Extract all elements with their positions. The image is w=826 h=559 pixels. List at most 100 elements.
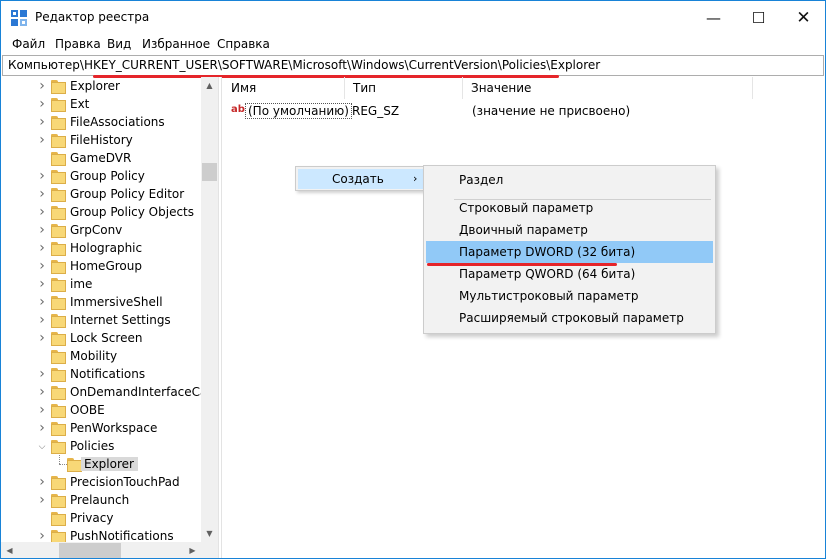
menu-edit[interactable]: Правка bbox=[55, 37, 101, 51]
folder-icon bbox=[51, 512, 66, 526]
scroll-right-icon[interactable]: ▶ bbox=[184, 542, 201, 558]
tree-item[interactable]: › PrecisionTouchPad bbox=[1, 474, 201, 492]
tree-item[interactable]: › OnDemandInterfaceCach bbox=[1, 384, 201, 402]
pane-splitter[interactable] bbox=[218, 77, 222, 558]
maximize-button[interactable]: ☐ bbox=[736, 1, 781, 34]
chevron-right-icon[interactable]: › bbox=[37, 313, 47, 327]
chevron-right-icon[interactable]: › bbox=[37, 277, 47, 291]
chevron-right-icon[interactable]: › bbox=[37, 529, 47, 542]
tree-item[interactable]: › Notifications bbox=[1, 366, 201, 384]
menu-file[interactable]: Файл bbox=[12, 37, 45, 51]
tree-item[interactable]: › Group Policy Objects bbox=[1, 204, 201, 222]
tree-item[interactable]: › Prelaunch bbox=[1, 492, 201, 510]
chevron-right-icon[interactable]: › bbox=[37, 331, 47, 345]
submenu-item[interactable]: Строковый параметр bbox=[426, 197, 713, 219]
address-bar[interactable]: Компьютер\HKEY_CURRENT_USER\SOFTWARE\Mic… bbox=[2, 55, 824, 76]
chevron-right-icon[interactable]: › bbox=[37, 367, 47, 381]
column-name[interactable]: Имя bbox=[223, 77, 345, 99]
key-tree[interactable]: › Explorer › Ext › FileAssociations › FileHisto… bbox=[1, 77, 201, 542]
tree-item-label: Privacy bbox=[70, 511, 114, 525]
hscroll-thumb[interactable] bbox=[59, 543, 121, 558]
scroll-left-icon[interactable]: ◀ bbox=[1, 542, 18, 558]
submenu-item[interactable]: Раздел bbox=[426, 169, 713, 191]
tree-item[interactable]: › Explorer bbox=[1, 78, 201, 96]
chevron-right-icon[interactable]: › bbox=[37, 133, 47, 147]
submenu-item[interactable]: Параметр DWORD (32 бита) bbox=[426, 241, 713, 263]
tree-item-label: Explorer bbox=[81, 457, 138, 471]
tree-item[interactable]: › Lock Screen bbox=[1, 330, 201, 348]
window-title: Редактор реестра bbox=[35, 10, 150, 24]
tree-item-label: Prelaunch bbox=[70, 493, 130, 507]
chevron-right-icon[interactable]: › bbox=[37, 97, 47, 111]
context-menu: Создать › bbox=[295, 166, 429, 191]
tree-item[interactable]: › GrpConv bbox=[1, 222, 201, 240]
chevron-right-icon[interactable]: › bbox=[37, 475, 47, 489]
folder-icon bbox=[51, 152, 66, 166]
tree-item[interactable]: › PushNotifications bbox=[1, 528, 201, 542]
submenu-item[interactable]: Параметр QWORD (64 бита) bbox=[426, 263, 713, 285]
chevron-right-icon[interactable]: › bbox=[37, 205, 47, 219]
chevron-right-icon[interactable]: › bbox=[37, 169, 47, 183]
tree-item[interactable]: Privacy bbox=[1, 510, 201, 528]
folder-icon bbox=[51, 242, 66, 256]
folder-icon bbox=[51, 224, 66, 238]
tree-vertical-scrollbar[interactable]: ▲ ▼ bbox=[201, 77, 218, 542]
chevron-right-icon[interactable]: › bbox=[37, 187, 47, 201]
row-name[interactable]: (По умолчанию) bbox=[245, 103, 352, 119]
tree-item[interactable]: › Holographic bbox=[1, 240, 201, 258]
submenu-item[interactable]: Мультистроковый параметр bbox=[426, 285, 713, 307]
chevron-right-icon[interactable]: › bbox=[37, 115, 47, 129]
tree-item[interactable]: › OOBE bbox=[1, 402, 201, 420]
chevron-right-icon[interactable]: › bbox=[37, 403, 47, 417]
folder-icon bbox=[51, 134, 66, 148]
title-bar[interactable]: Редактор реестра — ☐ ✕ bbox=[1, 1, 825, 34]
chevron-right-icon[interactable]: › bbox=[37, 223, 47, 237]
scroll-thumb[interactable] bbox=[202, 163, 217, 181]
tree-item[interactable]: GameDVR bbox=[1, 150, 201, 168]
tree-item[interactable]: ⌵ Policies bbox=[1, 438, 201, 456]
folder-icon bbox=[51, 530, 66, 542]
tree-item[interactable]: › ImmersiveShell bbox=[1, 294, 201, 312]
folder-icon bbox=[51, 494, 66, 508]
submenu-item[interactable]: Двоичный параметр bbox=[426, 219, 713, 241]
tree-item[interactable]: › ime bbox=[1, 276, 201, 294]
chevron-right-icon: › bbox=[413, 172, 418, 185]
tree-item-label: Ext bbox=[70, 97, 90, 111]
tree-item[interactable]: Mobility bbox=[1, 348, 201, 366]
folder-icon bbox=[51, 440, 66, 454]
tree-item[interactable]: › PenWorkspace bbox=[1, 420, 201, 438]
tree-item[interactable]: › FileAssociations bbox=[1, 114, 201, 132]
submenu-item[interactable]: Расширяемый строковый параметр bbox=[426, 307, 713, 329]
scroll-down-icon[interactable]: ▼ bbox=[201, 525, 218, 542]
context-menu-create[interactable]: Создать › bbox=[298, 169, 426, 189]
column-value[interactable]: Значение bbox=[463, 77, 753, 99]
tree-item[interactable]: › Group Policy Editor bbox=[1, 186, 201, 204]
chevron-right-icon[interactable]: › bbox=[37, 385, 47, 399]
tree-item[interactable]: Explorer bbox=[1, 456, 201, 474]
tree-item[interactable]: › HomeGroup bbox=[1, 258, 201, 276]
chevron-right-icon[interactable]: › bbox=[37, 259, 47, 273]
tree-item-label: GrpConv bbox=[70, 223, 123, 237]
scroll-up-icon[interactable]: ▲ bbox=[201, 77, 218, 94]
menu-favorites[interactable]: Избранное bbox=[142, 37, 210, 51]
tree-item[interactable]: › Ext bbox=[1, 96, 201, 114]
submenu-item-label: Мультистроковый параметр bbox=[459, 289, 639, 303]
folder-icon bbox=[51, 98, 66, 112]
tree-item-label: Policies bbox=[70, 439, 115, 453]
tree-item[interactable]: › Group Policy bbox=[1, 168, 201, 186]
chevron-right-icon[interactable]: › bbox=[37, 421, 47, 435]
minimize-button[interactable]: — bbox=[691, 1, 736, 34]
chevron-right-icon[interactable]: › bbox=[37, 79, 47, 93]
chevron-right-icon[interactable]: › bbox=[37, 241, 47, 255]
chevron-down-icon[interactable]: ⌵ bbox=[37, 441, 47, 453]
chevron-right-icon[interactable]: › bbox=[37, 295, 47, 309]
close-button[interactable]: ✕ bbox=[781, 1, 825, 34]
tree-horizontal-scrollbar[interactable]: ◀ ▶ bbox=[1, 542, 218, 558]
column-type[interactable]: Тип bbox=[345, 77, 463, 99]
tree-item[interactable]: › FileHistory bbox=[1, 132, 201, 150]
menu-help[interactable]: Справка bbox=[217, 37, 270, 51]
row-type: REG_SZ bbox=[352, 104, 400, 118]
tree-item[interactable]: › Internet Settings bbox=[1, 312, 201, 330]
menu-view[interactable]: Вид bbox=[107, 37, 131, 51]
chevron-right-icon[interactable]: › bbox=[37, 493, 47, 507]
